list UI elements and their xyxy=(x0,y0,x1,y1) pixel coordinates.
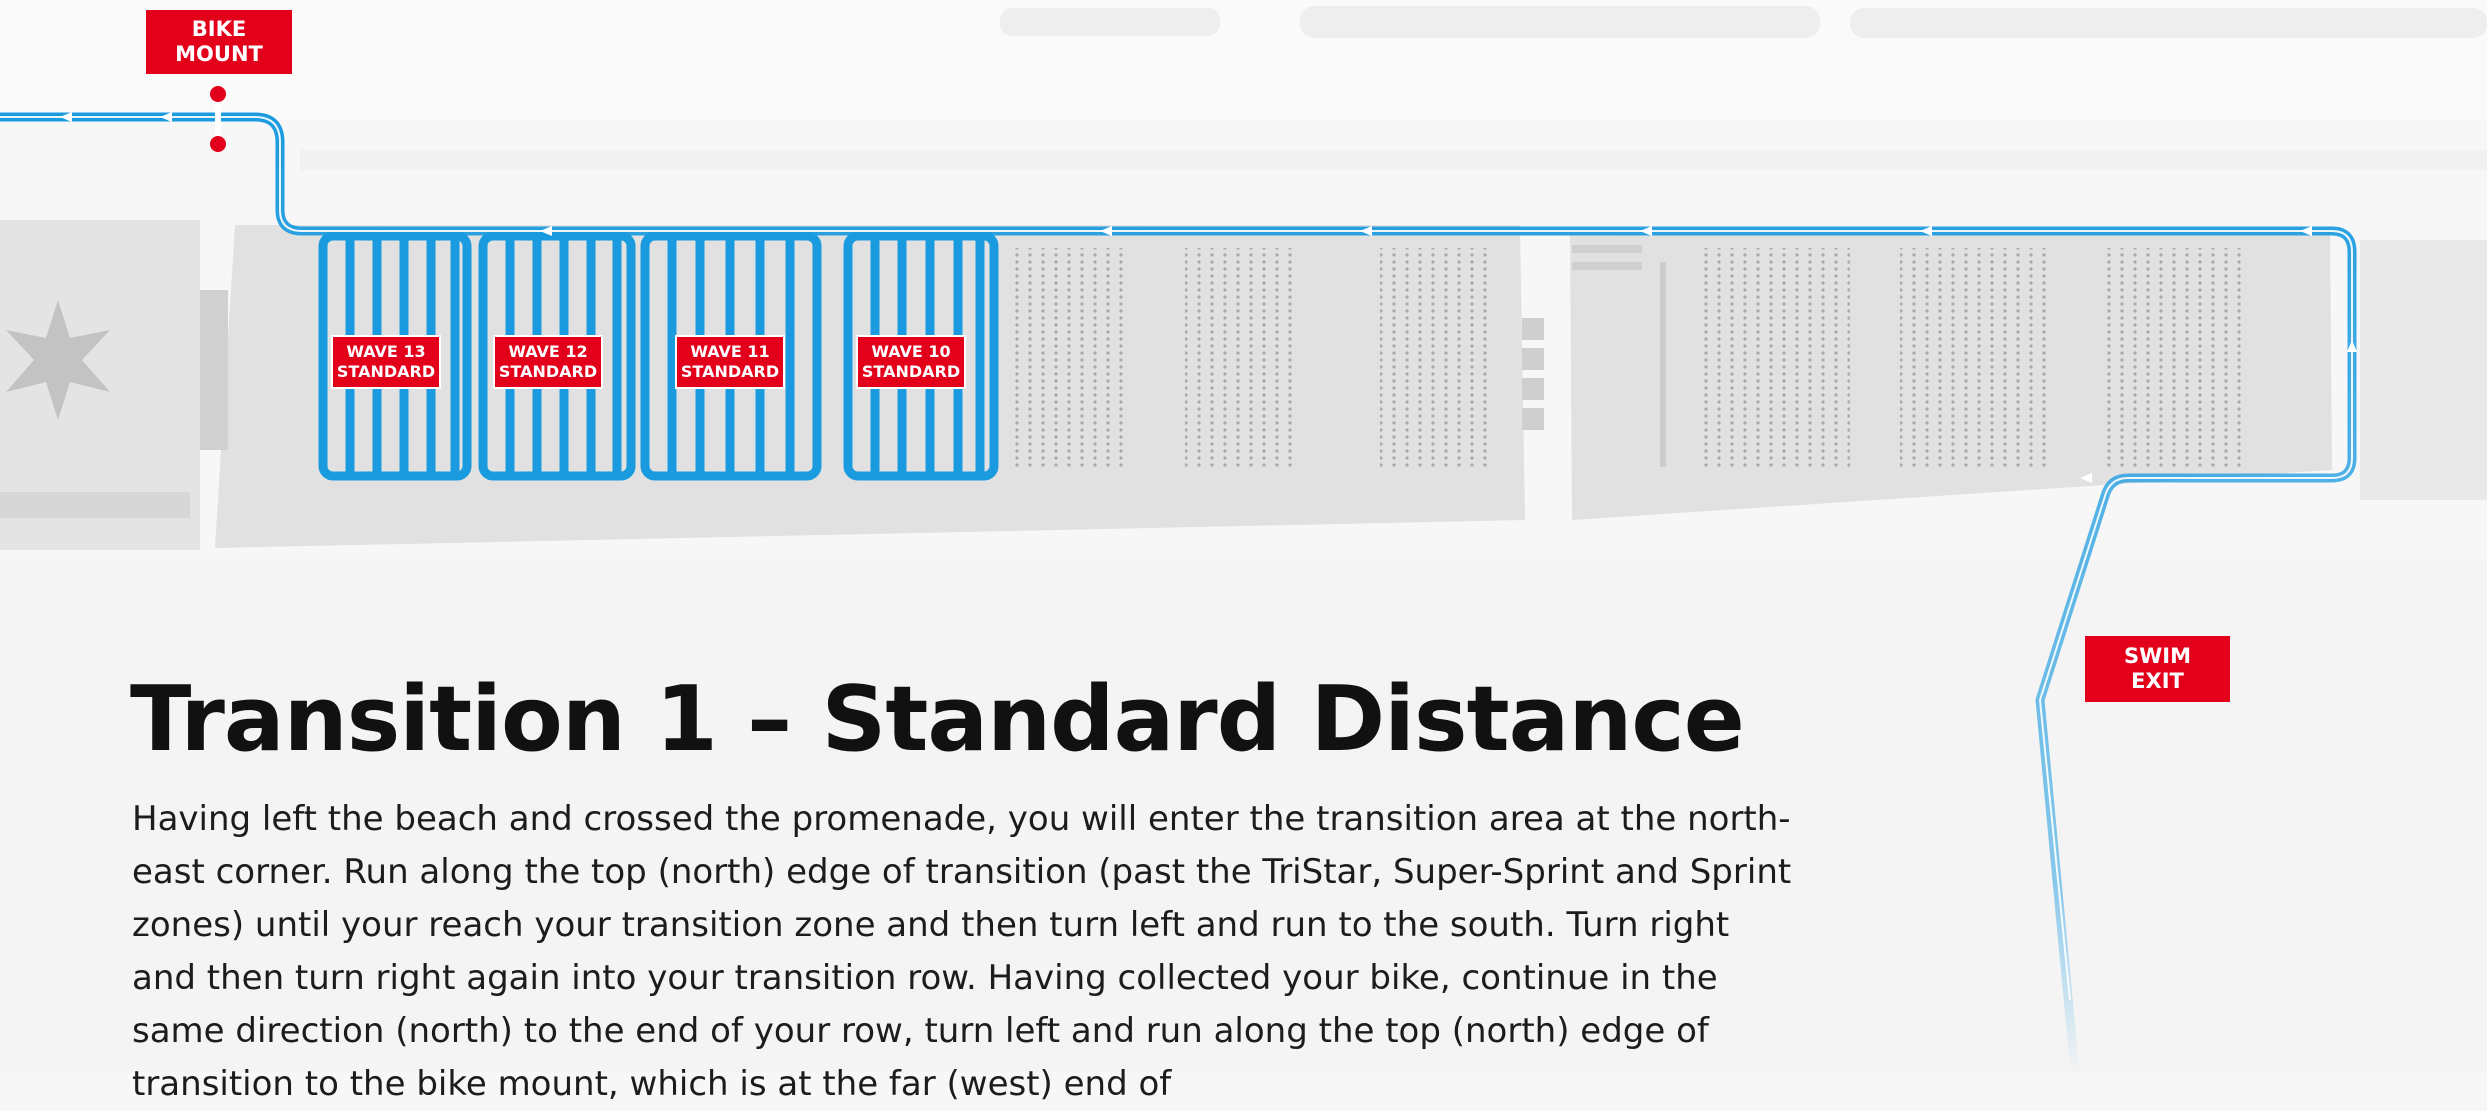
wave-12-label: WAVE 12 STANDARD xyxy=(493,335,603,389)
swim-exit-line2: EXIT xyxy=(2131,669,2184,693)
swim-exit-line1: SWIM xyxy=(2124,644,2191,668)
description-text: Having left the beach and crossed the pr… xyxy=(132,799,1792,1104)
wave-12-name: WAVE 12 xyxy=(508,342,588,361)
wave-11-type: STANDARD xyxy=(680,362,780,381)
wave-11-label: WAVE 11 STANDARD xyxy=(675,335,785,389)
wave-10-label: WAVE 10 STANDARD xyxy=(856,335,966,389)
swim-exit-label: SWIM EXIT xyxy=(2085,636,2230,702)
wave-13-name: WAVE 13 xyxy=(346,342,426,361)
bike-mount-line2: MOUNT xyxy=(175,42,263,66)
bike-mount-label: BIKE MOUNT xyxy=(146,10,292,74)
wave-13-type: STANDARD xyxy=(336,362,436,381)
wave-12-type: STANDARD xyxy=(498,362,598,381)
bike-mount-line1: BIKE xyxy=(191,17,247,41)
wave-11-name: WAVE 11 xyxy=(690,342,770,361)
page-title: Transition 1 – Standard Distance xyxy=(130,667,1745,772)
wave-13-label: WAVE 13 STANDARD xyxy=(331,335,441,389)
wave-10-name: WAVE 10 xyxy=(871,342,951,361)
wave-10-type: STANDARD xyxy=(861,362,961,381)
